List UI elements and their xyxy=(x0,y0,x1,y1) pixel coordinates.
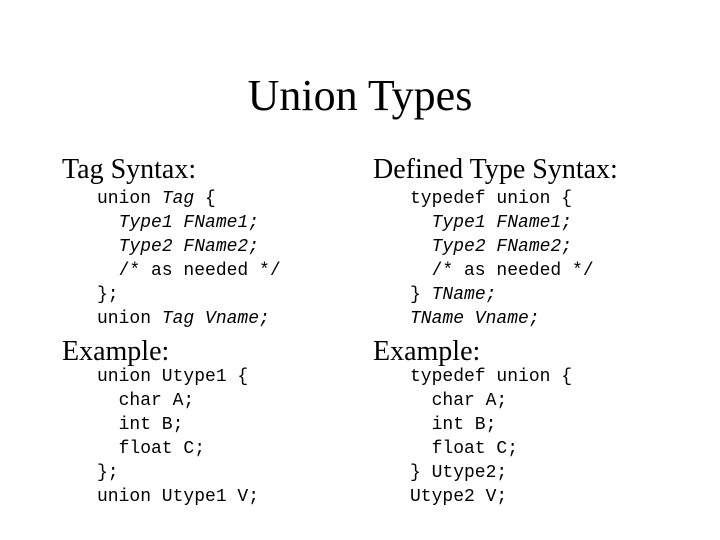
code-line: float C; xyxy=(410,437,572,461)
code-line: } Utype2; xyxy=(410,461,572,485)
code-line: /* as needed */ xyxy=(410,259,594,283)
code-line: union Utype1 V; xyxy=(97,485,259,509)
code-text: Utype2 V; xyxy=(410,487,508,507)
left-example-code: union Utype1 { char A; int B; float C;};… xyxy=(97,365,259,509)
code-text: float C; xyxy=(410,439,519,459)
code-text: } Utype2; xyxy=(410,463,508,483)
code-line: union Tag Vname; xyxy=(97,307,281,331)
tag-syntax-heading: Tag Syntax: xyxy=(62,154,197,185)
code-line: TName Vname; xyxy=(410,307,594,331)
code-text: char A; xyxy=(410,391,508,411)
right-example-code: typedef union { char A; int B; float C;}… xyxy=(410,365,572,509)
code-line: }; xyxy=(97,461,259,485)
code-placeholder: Tag xyxy=(161,189,195,209)
slide-title: Union Types xyxy=(247,71,473,120)
code-line: char A; xyxy=(97,389,259,413)
code-placeholder: Type1 FName1; xyxy=(118,213,260,233)
code-line: Type2 FName2; xyxy=(97,235,281,259)
code-line: union Tag { xyxy=(97,187,281,211)
code-text: }; xyxy=(97,285,119,305)
right-example-heading: Example: xyxy=(373,336,481,367)
code-placeholder: TName; xyxy=(431,285,497,305)
code-line: Type2 FName2; xyxy=(410,235,594,259)
code-text: int B; xyxy=(97,415,184,435)
tag-syntax-code: union Tag { Type1 FName1; Type2 FName2; … xyxy=(97,187,281,331)
code-line: int B; xyxy=(97,413,259,437)
code-line: Utype2 V; xyxy=(410,485,572,509)
code-line: Type1 FName1; xyxy=(97,211,281,235)
code-text: union xyxy=(97,189,162,209)
code-line: typedef union { xyxy=(410,365,572,389)
code-placeholder: Tag Vname; xyxy=(161,309,270,329)
code-placeholder: Type1 FName1; xyxy=(431,213,573,233)
code-placeholder: TName Vname; xyxy=(410,309,540,329)
code-line: } TName; xyxy=(410,283,594,307)
code-text: typedef union { xyxy=(410,189,573,209)
defined-type-syntax-heading: Defined Type Syntax: xyxy=(373,154,618,185)
code-text: union Utype1 { xyxy=(97,367,249,387)
code-text: { xyxy=(194,189,216,209)
code-line: union Utype1 { xyxy=(97,365,259,389)
code-line: Type1 FName1; xyxy=(410,211,594,235)
code-text: union xyxy=(97,309,162,329)
left-example-heading: Example: xyxy=(62,336,170,367)
code-text: }; xyxy=(97,463,119,483)
code-text: /* as needed */ xyxy=(97,261,281,281)
code-placeholder: Type2 FName2; xyxy=(118,237,260,257)
code-line: typedef union { xyxy=(410,187,594,211)
defined-type-syntax-code: typedef union { Type1 FName1; Type2 FNam… xyxy=(410,187,594,331)
code-text: int B; xyxy=(410,415,497,435)
code-line: char A; xyxy=(410,389,572,413)
code-text: union Utype1 V; xyxy=(97,487,260,507)
code-text: typedef union { xyxy=(410,367,573,387)
code-placeholder: Type2 FName2; xyxy=(431,237,573,257)
code-line: }; xyxy=(97,283,281,307)
code-text: /* as needed */ xyxy=(410,261,594,281)
code-text: char A; xyxy=(97,391,195,411)
code-text: float C; xyxy=(97,439,206,459)
code-line: int B; xyxy=(410,413,572,437)
code-line: float C; xyxy=(97,437,259,461)
code-line: /* as needed */ xyxy=(97,259,281,283)
code-text: } xyxy=(410,285,432,305)
